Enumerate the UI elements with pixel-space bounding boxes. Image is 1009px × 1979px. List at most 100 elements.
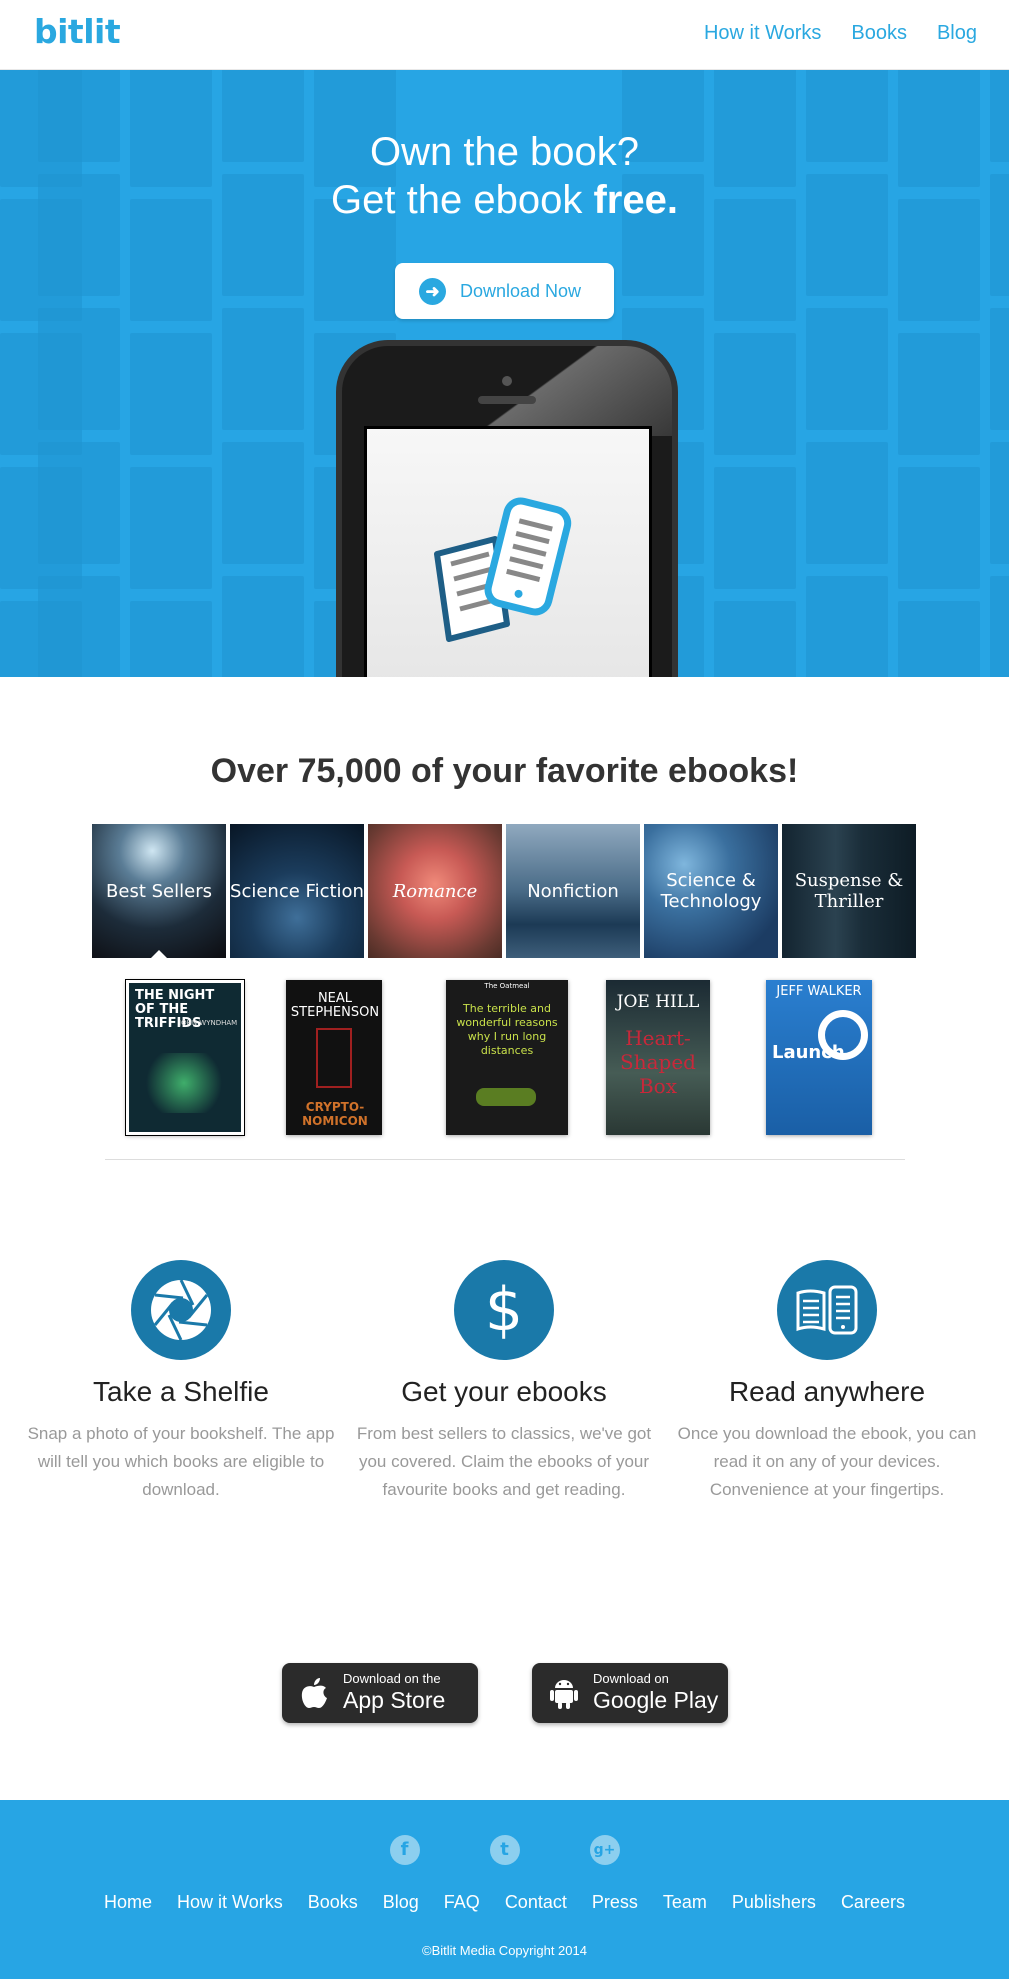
footer-link-team[interactable]: Team (663, 1892, 707, 1913)
download-now-label: Download Now (460, 280, 582, 301)
book-title: Launch (772, 1042, 845, 1063)
book-author: The Oatmeal (484, 982, 530, 990)
book-device-icon (777, 1260, 877, 1360)
nav-how-it-works[interactable]: How it Works (704, 22, 821, 45)
nav-blog[interactable]: Blog (937, 22, 977, 45)
footer-link-careers[interactable]: Careers (841, 1892, 905, 1913)
book-cover[interactable]: THE NIGHT OF THE TRIFFIDS JOHN WYNDHAM (125, 979, 245, 1136)
book-art (476, 1088, 536, 1106)
footer-link-home[interactable]: Home (104, 1892, 152, 1913)
hero-line-1: Own the book? (369, 130, 640, 174)
logo[interactable]: bitlit (34, 12, 121, 51)
feature-title: Read anywhere (728, 1376, 926, 1407)
hero-line-2-bold: free. (593, 178, 678, 222)
book-cover[interactable]: JOE HILL Heart-Shaped Box (606, 980, 710, 1135)
category-best-sellers[interactable]: Best Sellers (92, 824, 226, 958)
book-cover[interactable]: NEAL STEPHENSON CRYPTO-NOMICON (286, 980, 382, 1135)
facebook-icon[interactable]: f (389, 1835, 420, 1865)
feature-title: Take a Shelfie (93, 1376, 269, 1407)
nav-books[interactable]: Books (851, 22, 907, 45)
hero: Own the book? Get the ebook free. ➜ Down… (0, 70, 1009, 677)
book-wall-cover (130, 601, 212, 677)
category-nonfiction[interactable]: Nonfiction (506, 824, 640, 958)
category-romance[interactable]: Romance (368, 824, 502, 958)
hero-line-2: Get the ebook (331, 178, 594, 222)
category-label: Romance (392, 880, 478, 902)
footer-link-blog[interactable]: Blog (383, 1892, 419, 1913)
feature-text: From best sellers to classics, we've got… (356, 1424, 652, 1499)
feature-text: Snap a photo of your bookshelf. The app … (27, 1424, 335, 1499)
camera-aperture-icon (131, 1260, 231, 1360)
ebooks-heading: Over 75,000 of your favorite ebooks! (210, 752, 799, 790)
book-wall-cover (806, 576, 888, 677)
category-suspense-thriller[interactable]: Suspense & Thriller (782, 824, 916, 958)
app-store-button[interactable]: Download on the App Store (282, 1663, 478, 1723)
main-nav: How it Works Books Blog (704, 22, 977, 45)
store-small-label: Download on the (343, 1671, 441, 1686)
book-art (139, 1053, 229, 1113)
android-icon (550, 1680, 578, 1709)
book-wall-cover (38, 576, 120, 677)
book-wall-cover (990, 576, 1009, 677)
phone-glare (475, 346, 672, 436)
footer-link-press[interactable]: Press (592, 1892, 638, 1913)
book-wall-cover (222, 576, 304, 677)
site-header: bitlit How it Works Books Blog (0, 0, 1009, 70)
category-label: Best Sellers (106, 880, 212, 902)
book-wall-cover (38, 308, 120, 430)
dollar-icon: $ (454, 1260, 554, 1360)
footer-link-publishers[interactable]: Publishers (732, 1892, 816, 1913)
google-plus-icon[interactable]: g+ (589, 1835, 620, 1865)
feature-take-a-shelfie: Take a Shelfie Snap a photo of your book… (21, 1260, 341, 1504)
book-wall-cover (898, 333, 980, 455)
category-science-fiction[interactable]: Science Fiction (230, 824, 364, 958)
category-science-technology[interactable]: Science & Technology (644, 824, 778, 958)
book-wall-cover (806, 308, 888, 430)
social-links: f t g+ (0, 1835, 1009, 1865)
book-art (316, 1028, 352, 1088)
store-big-label: Google Play (593, 1687, 719, 1713)
book-author: JOHN WYNDHAM (179, 1019, 238, 1027)
footer-link-books[interactable]: Books (308, 1892, 358, 1913)
footer-link-faq[interactable]: FAQ (444, 1892, 480, 1913)
category-label: Science Fiction (230, 880, 364, 902)
twitter-icon[interactable]: t (489, 1835, 520, 1865)
book-author: NEAL STEPHENSON (290, 991, 380, 1020)
book-wall-cover (714, 601, 796, 677)
copyright: ©Bitlit Media Copyright 2014 (422, 1943, 587, 1958)
book-title: CRYPTO-NOMICON (302, 1100, 368, 1128)
arrow-right-circle-icon: ➜ (419, 277, 446, 305)
feature-title: Get your ebooks (401, 1376, 607, 1407)
feature-text: Once you download the ebook, you can rea… (677, 1424, 977, 1499)
footer-link-how-it-works[interactable]: How it Works (177, 1892, 283, 1913)
category-tiles: Best Sellers Science Fiction Romance Non… (92, 824, 916, 958)
book-wall-cover (222, 442, 304, 564)
book-covers-row: THE NIGHT OF THE TRIFFIDS JOHN WYNDHAM N… (0, 979, 1009, 1136)
feature-get-your-ebooks: $ Get your ebooks From best sellers to c… (344, 1260, 664, 1504)
google-play-button[interactable]: Download on Google Play (532, 1663, 728, 1723)
book-title: The terrible and wonderful reasons why I… (456, 1002, 558, 1057)
book-cover[interactable]: JEFF WALKER Launch (766, 980, 872, 1135)
store-big-label: App Store (343, 1687, 446, 1713)
site-footer: f t g+ Home How it Works Books Blog FAQ … (0, 1800, 1009, 1979)
book-cover[interactable]: The terrible and wonderful reasons why I… (446, 980, 568, 1135)
download-now-button[interactable]: ➜ Download Now (395, 263, 614, 319)
book-wall-cover (898, 601, 980, 677)
footer-nav: Home How it Works Books Blog FAQ Contact… (0, 1892, 1009, 1913)
book-wall-cover (714, 467, 796, 589)
book-wall-cover (898, 467, 980, 589)
feature-read-anywhere: Read anywhere Once you download the eboo… (667, 1260, 987, 1504)
book-wall-cover (714, 333, 796, 455)
book-wall-cover (222, 308, 304, 430)
category-label: Science & Technology (660, 870, 762, 912)
book-title: Heart-Shaped Box (620, 1026, 696, 1098)
phone-speaker (478, 396, 536, 404)
book-author: JOE HILL (616, 992, 700, 1012)
section-divider (105, 1159, 905, 1160)
store-small-label: Download on (593, 1671, 669, 1686)
footer-link-contact[interactable]: Contact (505, 1892, 567, 1913)
book-wall-cover (38, 442, 120, 564)
category-label: Nonfiction (527, 880, 619, 902)
book-wall-cover (990, 308, 1009, 430)
selected-category-pointer (149, 950, 169, 960)
